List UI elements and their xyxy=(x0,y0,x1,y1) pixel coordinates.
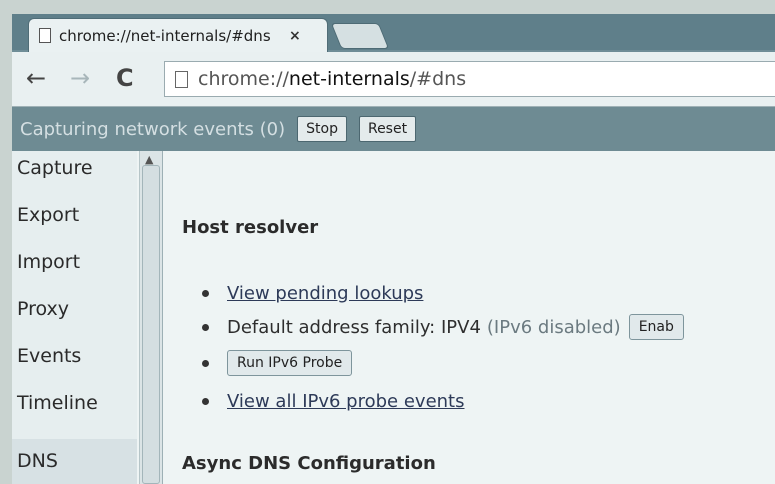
content-area: Capture Export Import Proxy Events Timel… xyxy=(12,151,775,484)
page-icon xyxy=(39,28,51,43)
toolbar: ← → C chrome://net-internals/#dns xyxy=(12,52,775,107)
bullet-icon xyxy=(202,397,209,405)
sidebar-item-export[interactable]: Export xyxy=(17,204,79,226)
url-path: /#dns xyxy=(409,68,467,90)
dns-panel: Host resolver View pending lookups Defau… xyxy=(164,151,775,484)
capture-bar: Capturing network events (0) Stop Reset xyxy=(12,107,775,151)
capture-status: Capturing network events (0) xyxy=(20,118,286,140)
bullet-icon xyxy=(202,359,209,367)
new-tab-button[interactable] xyxy=(330,23,390,49)
view-pending-lookups-link[interactable]: View pending lookups xyxy=(227,283,423,304)
async-dns-heading: Async DNS Configuration xyxy=(182,453,436,474)
back-arrow-icon[interactable]: ← xyxy=(26,66,46,90)
sidebar-item-dns[interactable]: DNS xyxy=(12,439,137,484)
list-item: Run IPv6 Probe xyxy=(202,347,353,379)
enable-ipv6-button[interactable]: Enab xyxy=(628,314,684,340)
url-host: net-internals xyxy=(288,68,410,90)
page-icon xyxy=(175,70,188,88)
list-item: View all IPv6 probe events xyxy=(202,387,465,415)
url-scheme: chrome:// xyxy=(198,68,289,90)
tab-strip: chrome://net-internals/#dns × xyxy=(12,14,775,52)
run-ipv6-probe-button[interactable]: Run IPv6 Probe xyxy=(227,350,353,376)
reload-icon[interactable]: C xyxy=(116,66,134,90)
reset-button[interactable]: Reset xyxy=(358,116,417,142)
sidebar-item-import[interactable]: Import xyxy=(17,251,80,273)
sidebar-item-timeline[interactable]: Timeline xyxy=(17,392,98,414)
address-bar[interactable]: chrome://net-internals/#dns xyxy=(164,61,775,97)
list-item: View pending lookups xyxy=(202,279,423,307)
sidebar-item-proxy[interactable]: Proxy xyxy=(17,298,69,320)
close-icon[interactable]: × xyxy=(289,28,301,44)
sidebar-item-capture[interactable]: Capture xyxy=(17,157,93,179)
sidebar: Capture Export Import Proxy Events Timel… xyxy=(12,151,137,484)
stop-button[interactable]: Stop xyxy=(297,116,347,142)
ipv6-status-text: (IPv6 disabled) xyxy=(486,316,621,338)
browser-window: chrome://net-internals/#dns × ← → C chro… xyxy=(12,14,775,484)
tab-net-internals[interactable]: chrome://net-internals/#dns × xyxy=(28,18,328,52)
view-ipv6-probe-events-link[interactable]: View all IPv6 probe events xyxy=(227,391,465,412)
tab-title: chrome://net-internals/#dns xyxy=(59,26,271,45)
scroll-thumb[interactable] xyxy=(142,165,160,484)
list-item: Default address family: IPV4 (IPv6 disab… xyxy=(202,312,684,342)
host-resolver-heading: Host resolver xyxy=(182,217,319,238)
forward-arrow-icon[interactable]: → xyxy=(70,66,90,90)
sidebar-item-events[interactable]: Events xyxy=(17,345,81,367)
sidebar-scrollbar[interactable]: ▲ xyxy=(139,151,163,484)
bullet-icon xyxy=(202,323,209,331)
default-address-family-text: Default address family: IPV4 xyxy=(227,316,481,338)
bullet-icon xyxy=(202,289,209,297)
